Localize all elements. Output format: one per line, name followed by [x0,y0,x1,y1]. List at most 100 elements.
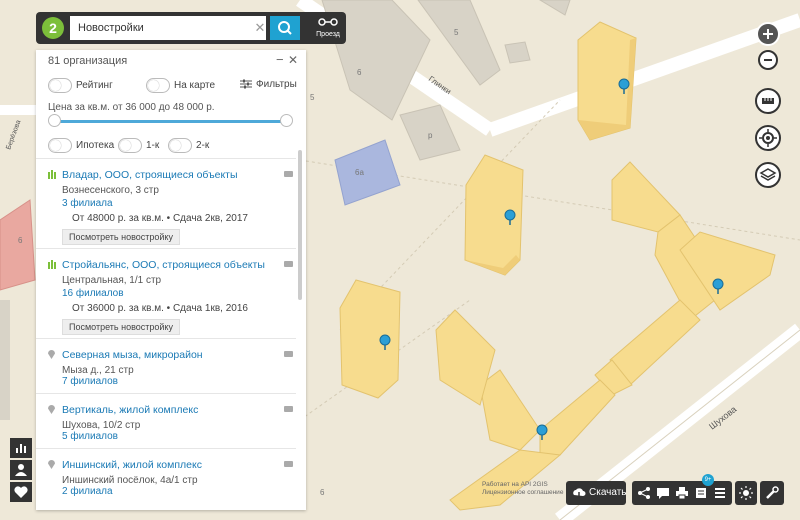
clear-search-icon[interactable]: ✕ [250,16,270,40]
toggle-switch[interactable] [48,78,72,93]
ruler-icon [762,98,774,104]
panel-scrollbar[interactable] [298,150,302,300]
result-item[interactable]: Стройальянс, ООО, строящиеся объекты Цен… [36,248,296,339]
on-map-label: На карте [174,80,216,92]
result-title[interactable]: Владар, ООО, строящиеся объекты [62,169,238,181]
stats-button[interactable] [10,438,32,458]
photo-icon[interactable] [284,261,293,267]
result-branches[interactable]: 2 филиала [62,486,113,497]
route-label: Проезд [316,31,340,38]
news-icon[interactable] [694,486,708,500]
result-item[interactable]: Северная мыза, микрорайон Мыза д., 21 ст… [36,338,296,394]
search-bar: 2 ✕ Проезд [36,12,346,44]
photo-icon[interactable] [284,461,293,467]
one-room-toggle[interactable]: 1-к [118,138,159,153]
route-button[interactable]: Проезд [310,12,346,44]
toggle-switch[interactable] [168,138,192,153]
result-branches[interactable]: 3 филиала [62,198,113,209]
building-icon [48,170,56,179]
result-item[interactable]: Иншинский, жилой комплекс Иншинский посё… [36,448,296,510]
locate-icon [759,129,777,147]
download-icon [573,488,586,499]
rating-toggle[interactable]: Рейтинг [48,78,113,93]
rating-label: Рейтинг [76,80,113,92]
user-icon [15,464,27,476]
ruler-button[interactable] [755,88,781,114]
one-room-label: 1-к [146,140,160,152]
filters-label: Фильтры [256,79,297,90]
price-min-handle[interactable] [48,114,61,127]
zoom-out-button[interactable] [758,50,778,70]
price-max-handle[interactable] [280,114,293,127]
close-panel-button[interactable]: ✕ [288,53,298,67]
share-toolbar: 9+ [632,474,732,505]
sun-icon [739,486,753,500]
house-number: 6а [355,168,364,177]
wrench-icon [766,486,779,499]
result-branches[interactable]: 7 филиалов [62,376,118,387]
result-item[interactable]: Владар, ООО, строящиеся объекты Вознесен… [36,158,296,249]
location-icon [48,350,55,359]
comment-icon[interactable] [656,486,670,500]
photo-icon[interactable] [284,171,293,177]
print-icon[interactable] [675,486,689,500]
result-item[interactable]: Вертикаль, жилой комплекс Шухова, 10/2 с… [36,393,296,449]
result-address: Иншинский посёлок, 4а/1 стр [62,475,198,486]
result-address: Шухова, 10/2 стр [62,420,141,431]
locate-button[interactable] [755,125,781,151]
result-address: Вознесенского, 3 стр [62,185,159,196]
2gis-logo-icon[interactable]: 2 [42,17,64,39]
view-building-button[interactable]: Посмотреть новостройку [62,229,180,245]
search-button[interactable] [270,16,300,40]
layers-icon [759,168,777,181]
toggle-switch[interactable] [48,138,72,153]
toggle-switch[interactable] [146,78,170,93]
filters-button[interactable]: Фильтры [240,78,297,90]
result-title[interactable]: Стройальянс, ООО, строящиеся объекты [62,259,265,271]
brightness-button[interactable] [735,481,757,505]
house-number: 6 [357,68,362,77]
on-map-toggle[interactable]: На карте [146,78,215,93]
price-range-label: Цена за кв.м. от 36 000 до 48 000 р. [48,102,215,113]
chart-icon [16,444,26,453]
download-label: Скачать [589,487,627,498]
route-icon [318,18,338,26]
location-icon [48,405,55,414]
results-panel: 81 организация − ✕ Рейтинг На карте Филь… [36,50,306,510]
download-button[interactable]: Скачать [566,481,627,505]
search-input[interactable] [70,16,266,40]
toggle-switch[interactable] [118,138,142,153]
photo-icon[interactable] [284,351,293,357]
menu-icon[interactable] [713,486,727,500]
result-offer: От 48000 р. за кв.м. • Сдача 2кв, 2017 [72,213,248,224]
attribution[interactable]: Работает на API 2GIS Лицензионное соглаш… [482,481,563,497]
building-icon [48,260,56,269]
profile-button[interactable] [10,460,32,480]
license-link[interactable]: Лицензионное соглашение [482,489,563,497]
minus-icon [764,59,772,61]
layers-button[interactable] [755,162,781,188]
mortgage-label: Ипотека [76,140,115,152]
result-title[interactable]: Вертикаль, жилой комплекс [62,404,198,416]
photo-icon[interactable] [284,406,293,412]
result-branches[interactable]: 5 филиалов [62,431,118,442]
location-icon [48,460,55,469]
result-title[interactable]: Иншинский, жилой комплекс [62,459,202,471]
result-address: Центральная, 1/1 стр [62,275,162,286]
price-slider[interactable] [48,114,293,127]
favorites-button[interactable] [10,482,32,502]
result-title[interactable]: Северная мыза, микрорайон [62,349,203,361]
result-branches[interactable]: 16 филиалов [62,288,124,299]
minimize-panel-button[interactable]: − [276,52,284,67]
house-number: 5 [310,93,315,102]
share-icon[interactable] [637,486,651,500]
result-offer: От 36000 р. за кв.м. • Сдача 1кв, 2016 [72,303,248,314]
zoom-in-button[interactable] [756,22,780,46]
house-number: р [428,131,433,140]
tools-button[interactable] [760,481,784,505]
api-credit: Работает на API 2GIS [482,481,548,488]
two-room-toggle[interactable]: 2-к [168,138,209,153]
mortgage-toggle[interactable]: Ипотека [48,138,114,153]
view-building-button[interactable]: Посмотреть новостройку [62,319,180,335]
house-number: 6 [18,236,23,245]
